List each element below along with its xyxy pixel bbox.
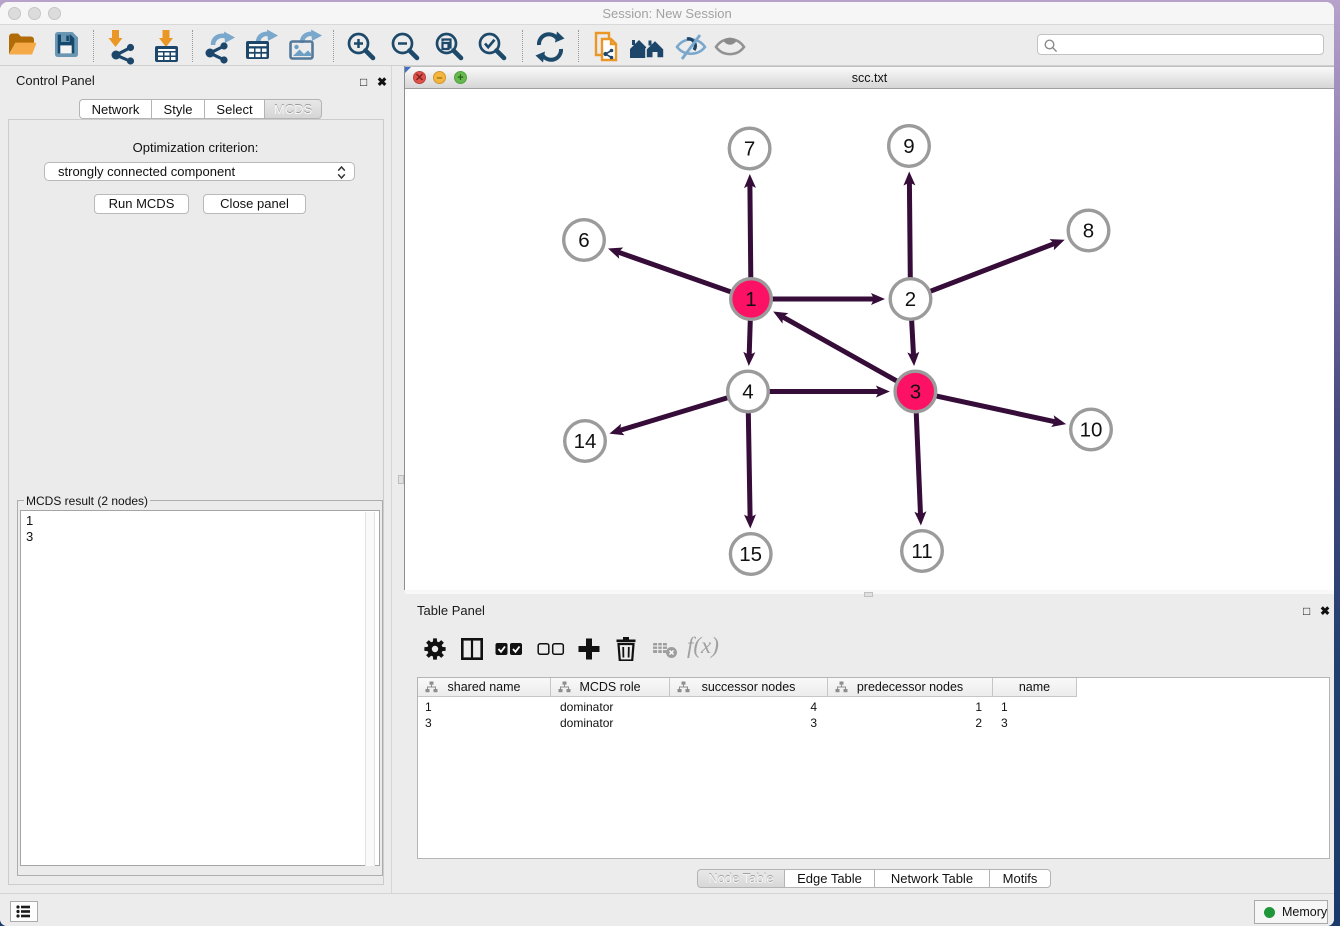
svg-text:1: 1: [745, 288, 756, 311]
svg-text:2: 2: [905, 288, 916, 311]
svg-text:11: 11: [911, 540, 932, 563]
svg-text:15: 15: [739, 543, 762, 566]
svg-text:6: 6: [578, 229, 589, 252]
svg-text:7: 7: [744, 138, 755, 161]
svg-text:14: 14: [574, 430, 597, 453]
svg-text:3: 3: [910, 381, 921, 404]
svg-text:4: 4: [742, 381, 753, 404]
svg-text:10: 10: [1080, 419, 1103, 442]
svg-text:8: 8: [1083, 220, 1094, 243]
svg-text:9: 9: [903, 135, 914, 158]
